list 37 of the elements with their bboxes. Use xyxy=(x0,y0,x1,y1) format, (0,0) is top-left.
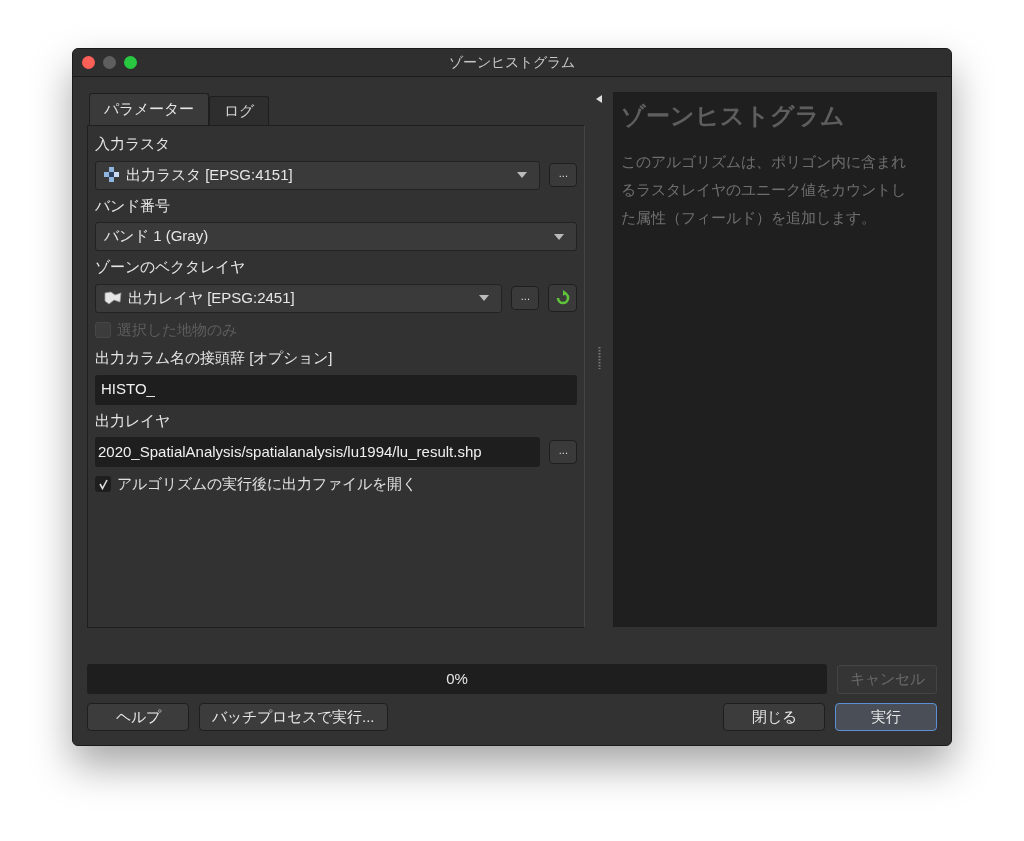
close-window-button[interactable] xyxy=(82,56,95,69)
help-title: ゾーンヒストグラム xyxy=(621,101,847,131)
dialog-button[interactable]: 実行 xyxy=(835,703,937,731)
polygon-icon xyxy=(104,291,122,305)
input-field[interactable]: HISTO_ xyxy=(95,374,578,405)
dropdown-caret-icon xyxy=(517,172,528,178)
browse-button[interactable]: ... xyxy=(549,163,578,187)
dialog-button[interactable]: ヘルプ xyxy=(87,703,189,731)
field-label: 入力ラスタ xyxy=(95,134,171,154)
tab[interactable]: ログ xyxy=(209,96,269,125)
layer-dropdown[interactable]: 出力ラスタ [EPSG:4151] xyxy=(95,160,541,190)
dialog-button[interactable]: バッチプロセスで実行... xyxy=(199,703,388,731)
tab[interactable]: パラメーター xyxy=(89,93,209,125)
dropdown-caret-icon xyxy=(479,295,490,301)
progress-text: 0% xyxy=(445,668,469,689)
raster-grid-icon xyxy=(104,167,120,183)
field-label: 出力カラム名の接頭辞 [オプション] xyxy=(95,348,334,368)
dialog-button[interactable]: 閉じる xyxy=(723,703,825,731)
splitter-handle-icon xyxy=(597,347,601,369)
browse-button[interactable]: ... xyxy=(511,286,540,310)
field-label: バンド番号 xyxy=(95,195,171,216)
refresh-button[interactable] xyxy=(548,284,578,312)
field-label: ゾーンのベクタレイヤ xyxy=(95,257,246,277)
field-label: 出力レイヤ xyxy=(95,410,171,431)
checkbox[interactable] xyxy=(95,476,111,493)
maximize-window-button[interactable] xyxy=(124,56,137,69)
browse-button[interactable]: ... xyxy=(549,440,578,464)
collapse-arrow-icon xyxy=(596,95,603,103)
layer-dropdown[interactable]: バンド 1 (Gray) xyxy=(95,222,578,251)
checkmark-icon xyxy=(97,478,109,490)
layer-dropdown[interactable]: 出力レイヤ [EPSG:2451] xyxy=(95,283,503,313)
file-path-field[interactable]: 2020_SpatialAnalysis/spatialanalysis/lu1994/lu_result.shp xyxy=(95,437,541,467)
checkbox-label: アルゴリズムの実行後に出力ファイルを開く xyxy=(117,474,417,494)
help-text: このアルゴリズムは、ポリゴン内に含まれるラスタレイヤのユニーク値をカウントした属性（フィールド）を追加します。 xyxy=(621,152,908,228)
dropdown-caret-icon xyxy=(554,233,565,240)
refresh-icon xyxy=(554,290,571,306)
window-title: ゾーンヒストグラム xyxy=(449,53,575,72)
